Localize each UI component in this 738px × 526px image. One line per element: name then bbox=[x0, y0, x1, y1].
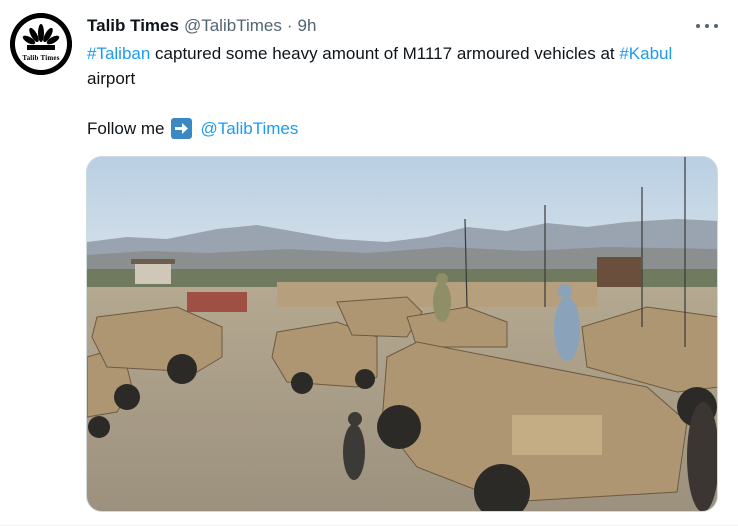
photo-image bbox=[87, 157, 717, 511]
follow-label: Follow me bbox=[87, 119, 165, 138]
more-options-button[interactable] bbox=[696, 16, 718, 36]
follow-line: Follow me @TalibTimes bbox=[87, 116, 298, 141]
peacock-logo-icon bbox=[10, 13, 72, 75]
profile-avatar[interactable]: Talib Times bbox=[10, 13, 72, 75]
tweet-media-image[interactable] bbox=[86, 156, 718, 512]
tweet-text-part: airport bbox=[87, 69, 136, 88]
display-name[interactable]: Talib Times bbox=[87, 16, 179, 36]
separator-dot: · bbox=[286, 16, 293, 35]
tweet-text-part: captured some heavy amount of M1117 armo… bbox=[150, 44, 620, 63]
tweet-timestamp[interactable]: 9h bbox=[298, 16, 317, 36]
tweet-header: Talib Times @TalibTimes · 9h bbox=[87, 15, 316, 37]
right-arrow-emoji-icon bbox=[171, 118, 193, 139]
more-options-icon bbox=[696, 24, 700, 28]
tweet-text: #Taliban captured some heavy amount of M… bbox=[87, 41, 707, 91]
user-handle[interactable]: @TalibTimes bbox=[184, 16, 282, 36]
mention-link[interactable]: @TalibTimes bbox=[200, 116, 298, 141]
avatar-logo-text: Talib Times bbox=[22, 54, 60, 62]
hashtag-kabul[interactable]: #Kabul bbox=[619, 44, 672, 63]
tweet-card[interactable]: Talib Times Talib Times @TalibTimes · 9h… bbox=[0, 0, 738, 526]
hashtag-taliban[interactable]: #Taliban bbox=[87, 44, 150, 63]
